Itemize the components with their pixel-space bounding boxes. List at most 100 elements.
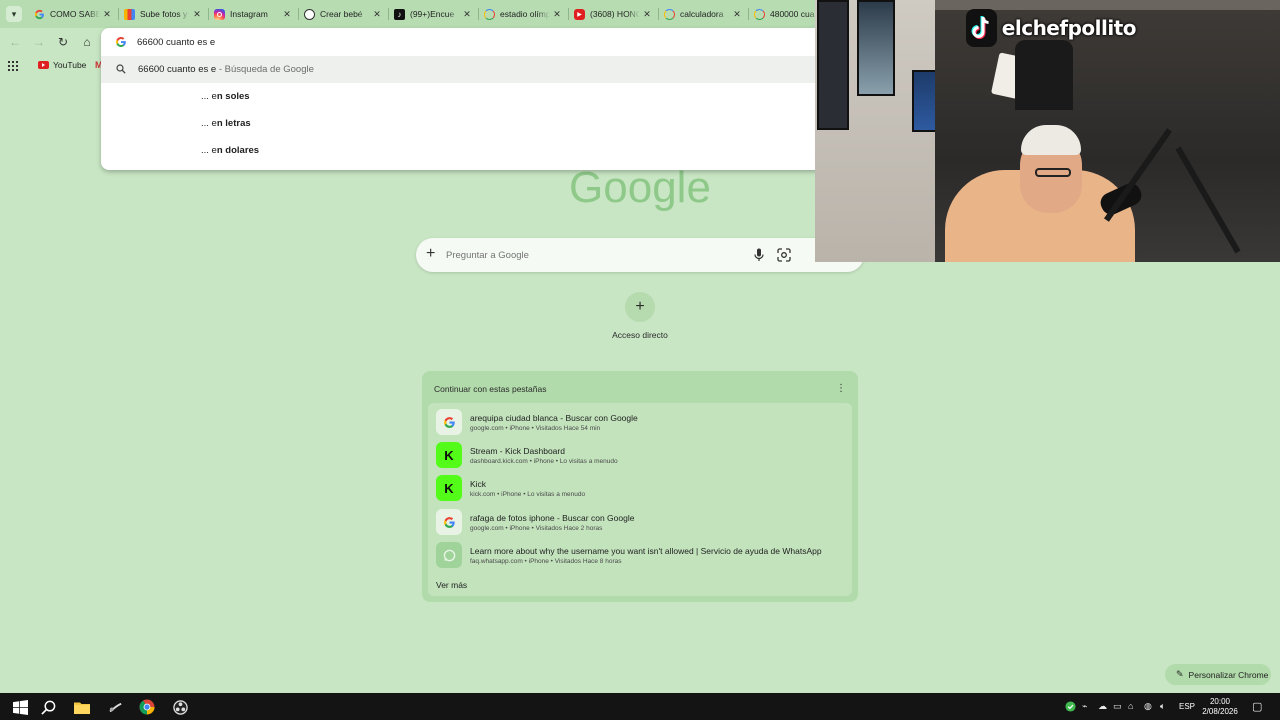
whatsapp-icon — [436, 542, 462, 568]
kick-icon: K — [436, 442, 462, 468]
close-icon[interactable]: ✕ — [102, 9, 112, 20]
customize-label: Personalizar Chrome — [1188, 669, 1269, 680]
obs-icon[interactable] — [171, 698, 189, 716]
tab-6[interactable]: ▶ (3608) HONO ✕ — [568, 0, 658, 28]
google-lens-icon[interactable] — [777, 248, 791, 262]
omnibox-suggestion[interactable]: ... en dolares — [101, 137, 821, 164]
windows-taskbar: ⌁ ☁ ▭ ⌂ ◍ 🔈︎ ESP 20:00 2/08/2026 ▢ — [0, 693, 1280, 720]
list-item[interactable]: K Kick kick.com • iPhone • Lo visitas a … — [432, 473, 848, 503]
display-icon[interactable]: ▭ — [1113, 701, 1122, 712]
instagram-icon — [214, 8, 225, 20]
suggestion-completion: n letras — [216, 118, 251, 129]
tab-title: Instagram — [230, 9, 268, 19]
tab-title: (99+)Encue — [410, 9, 455, 19]
google-icon — [436, 509, 462, 535]
close-icon[interactable]: ✕ — [372, 9, 382, 20]
close-icon[interactable]: ✕ — [462, 9, 472, 20]
customize-chrome-button[interactable]: ✎ Personalizar Chrome — [1165, 664, 1271, 685]
close-icon[interactable]: ✕ — [642, 9, 652, 20]
tab-3[interactable]: Crear bebé ✕ — [298, 0, 388, 28]
suggestion-completion: n dolares — [216, 145, 260, 156]
openai-icon — [304, 8, 315, 20]
security-icon[interactable]: ◍ — [1144, 701, 1152, 712]
close-icon[interactable]: ✕ — [192, 9, 202, 20]
file-explorer-icon[interactable] — [73, 698, 91, 716]
apps-grid-icon[interactable] — [8, 61, 18, 71]
shirt-on-wall — [1015, 40, 1073, 110]
omnibox-row — [101, 28, 821, 56]
tray-app-icon[interactable] — [1065, 701, 1076, 714]
youtube-icon — [38, 61, 49, 69]
tab-title: COMO SABER — [50, 9, 100, 19]
tab-2[interactable]: Instagram ✕ — [208, 0, 298, 28]
plus-icon[interactable]: + — [426, 246, 435, 262]
ntp-search-input[interactable] — [446, 247, 746, 263]
list-item[interactable]: K Stream - Kick Dashboard dashboard.kick… — [432, 440, 848, 470]
add-shortcut-tile[interactable]: + Acceso directo — [600, 290, 680, 345]
tab-4[interactable]: ♪ (99+)Encue ✕ — [388, 0, 478, 28]
google-icon — [116, 37, 126, 47]
search-icon[interactable] — [39, 698, 57, 716]
suggestion-text: 66600 cuanto es e - Búsqueda de Google — [138, 64, 314, 75]
plus-icon: + — [635, 298, 645, 315]
omnibox-suggestion[interactable]: ... en letras — [101, 110, 821, 137]
google-icon — [484, 8, 495, 20]
poster-frame — [817, 0, 849, 130]
forward-arrow-icon[interactable]: → — [31, 34, 47, 50]
ntp-search-box[interactable]: + — [416, 238, 864, 272]
tab-0[interactable]: COMO SABER ✕ — [28, 0, 118, 28]
item-title: Learn more about why the username you wa… — [470, 546, 822, 556]
see-more-link[interactable]: Ver más — [436, 580, 467, 590]
bookmark-youtube[interactable]: YouTube — [38, 60, 86, 70]
card-list: arequipa ciudad blanca - Buscar con Goog… — [428, 403, 852, 596]
suggestion-text: ... en dolares — [201, 145, 259, 156]
microphone-icon[interactable] — [753, 248, 765, 262]
youtube-icon: ▶ — [574, 8, 585, 20]
more-vert-icon[interactable]: ⋮ — [836, 383, 846, 394]
item-meta: google.com • iPhone • Visitados Hace 2 h… — [470, 525, 603, 532]
suggestion-query: 66600 cuanto es e — [138, 64, 217, 75]
omnibox-suggestion[interactable]: ... en soles — [101, 83, 821, 110]
language-indicator[interactable]: ESP — [1179, 702, 1195, 711]
volume-icon[interactable]: 🔈︎ — [1160, 701, 1165, 712]
tab-search-button[interactable]: ▾ — [6, 6, 22, 22]
poster-frame — [857, 0, 895, 96]
glasses — [1035, 168, 1071, 177]
reload-icon[interactable]: ↻ — [55, 34, 71, 50]
omnibox-suggestion[interactable]: 66600 cuanto es e - Búsqueda de Google — [101, 56, 821, 83]
item-meta: dashboard.kick.com • iPhone • Lo visitas… — [470, 458, 618, 465]
list-item[interactable]: rafaga de fotos iphone - Buscar con Goog… — [432, 507, 848, 537]
tab-1[interactable]: Sube fotos y ✕ — [118, 0, 208, 28]
item-title: rafaga de fotos iphone - Buscar con Goog… — [470, 513, 635, 523]
item-meta: kick.com • iPhone • Lo visitas a menudo — [470, 491, 586, 498]
color-grid-icon — [124, 8, 135, 20]
back-arrow-icon[interactable]: ← — [7, 34, 23, 50]
address-bar-input[interactable] — [137, 34, 737, 50]
google-icon — [754, 8, 765, 20]
tiktok-icon — [966, 9, 997, 47]
tab-list: COMO SABER ✕ Sube fotos y ✕ Instagram ✕ … — [28, 0, 838, 28]
cloud-icon[interactable]: ☁ — [1098, 701, 1107, 712]
notification-icon[interactable]: ▢ — [1252, 700, 1262, 713]
list-item[interactable]: Learn more about why the username you wa… — [432, 540, 848, 570]
list-item[interactable]: arequipa ciudad blanca - Buscar con Goog… — [432, 407, 848, 437]
network-icon[interactable]: ⌂ — [1128, 701, 1133, 711]
close-icon[interactable]: ✕ — [732, 9, 742, 20]
home-icon[interactable]: ⌂ — [79, 34, 95, 50]
streaming-app-icon[interactable] — [106, 698, 124, 716]
chrome-icon[interactable] — [138, 698, 156, 716]
suggestion-completion: n soles — [216, 91, 250, 102]
add-shortcut-button[interactable]: + — [625, 292, 655, 322]
clock[interactable]: 20:00 2/08/2026 — [1200, 697, 1240, 717]
clock-date: 2/08/2026 — [1202, 707, 1238, 716]
google-icon — [34, 9, 45, 20]
close-icon[interactable]: ✕ — [282, 9, 292, 20]
continue-tabs-card: Continuar con estas pestañas ⋮ arequipa … — [422, 371, 858, 602]
close-icon[interactable]: ✕ — [552, 9, 562, 20]
windows-start-icon[interactable] — [11, 698, 29, 716]
tab-7[interactable]: calculadora ✕ — [658, 0, 748, 28]
tab-title: (3608) HONO — [590, 9, 640, 19]
tray-app-icon[interactable]: ⌁ — [1082, 701, 1087, 712]
tab-5[interactable]: estadio olímp ✕ — [478, 0, 568, 28]
suggestion-prefix: ... e — [201, 91, 217, 102]
